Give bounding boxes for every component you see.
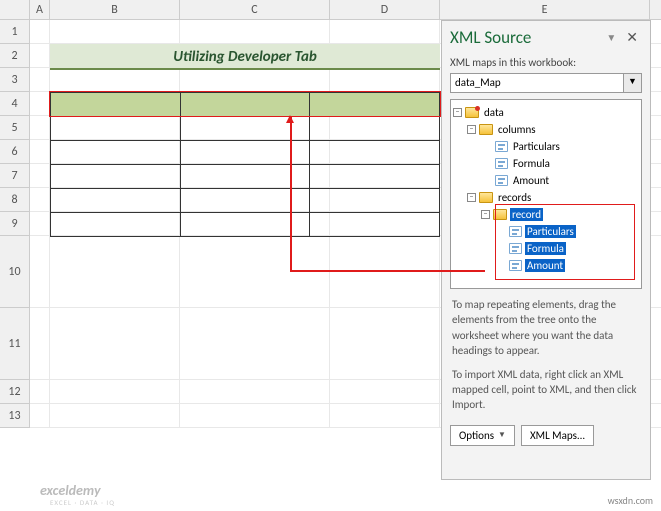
col-header-c[interactable]: C xyxy=(180,0,330,19)
select-all-corner[interactable] xyxy=(0,0,30,19)
tree-node-records[interactable]: − records xyxy=(453,189,639,206)
row-headers: 1 2 3 4 5 6 7 8 9 10 11 12 13 xyxy=(0,20,30,428)
collapse-icon[interactable]: − xyxy=(467,193,476,202)
column-headers: A B C D E xyxy=(0,0,661,20)
xml-maps-label: XML Maps... xyxy=(530,429,585,442)
element-icon xyxy=(509,243,522,254)
maps-label: XML maps in this workbook: xyxy=(442,54,650,71)
options-label: Options xyxy=(459,429,494,442)
tree-leaf-rec-formula[interactable]: Formula xyxy=(453,240,639,257)
table-row xyxy=(51,165,440,189)
page-title-banner: Utilizing Developer Tab xyxy=(50,44,440,70)
tree-leaf-rec-amount[interactable]: Amount xyxy=(453,257,639,274)
watermark-sub: EXCEL · DATA · IQ xyxy=(50,498,115,507)
tree-leaf-rec-particulars[interactable]: Particulars xyxy=(453,223,639,240)
options-button[interactable]: Options ▼ xyxy=(450,425,515,446)
watermark-brand: exceldemy xyxy=(40,482,101,499)
col-header-d[interactable]: D xyxy=(330,0,440,19)
table-row xyxy=(51,141,440,165)
credit-text: wsxdn.com xyxy=(608,494,653,507)
row-header-9[interactable]: 9 xyxy=(0,212,30,236)
row-header-13[interactable]: 13 xyxy=(0,404,30,428)
tree-leaf-particulars[interactable]: Particulars xyxy=(453,138,639,155)
tree-node-columns[interactable]: − columns xyxy=(453,121,639,138)
element-icon xyxy=(495,158,508,169)
help-text-1: To map repeating elements, drag the elem… xyxy=(442,289,650,367)
table-row xyxy=(51,117,440,141)
collapse-icon[interactable]: − xyxy=(467,125,476,134)
row-header-1[interactable]: 1 xyxy=(0,20,30,44)
col-header-b[interactable]: B xyxy=(50,0,180,19)
mapped-table[interactable] xyxy=(50,92,440,237)
folder-icon xyxy=(479,124,493,135)
row-header-7[interactable]: 7 xyxy=(0,164,30,188)
element-icon xyxy=(509,260,522,271)
folder-icon xyxy=(479,192,493,203)
map-select-value: data_Map xyxy=(451,74,623,92)
panel-title: XML Source xyxy=(450,27,600,48)
table-row xyxy=(51,189,440,213)
element-icon xyxy=(495,175,508,186)
collapse-icon[interactable]: − xyxy=(481,210,490,219)
folder-icon xyxy=(493,209,507,220)
col-header-e[interactable]: E xyxy=(440,0,650,19)
col-header-a[interactable]: A xyxy=(30,0,50,19)
tree-node-data[interactable]: − data xyxy=(453,104,639,121)
row-header-10[interactable]: 10 xyxy=(0,236,30,308)
row-header-3[interactable]: 3 xyxy=(0,68,30,92)
collapse-icon[interactable]: − xyxy=(453,108,462,117)
row-header-12[interactable]: 12 xyxy=(0,380,30,404)
xml-tree[interactable]: − data − columns Particulars Formula Amo… xyxy=(450,99,642,289)
xml-source-panel: XML Source ▼ ✕ XML maps in this workbook… xyxy=(441,20,651,480)
help-text-2: To import XML data, right click an XML m… xyxy=(442,367,650,421)
panel-menu-caret-icon[interactable]: ▼ xyxy=(606,31,616,44)
row-header-4[interactable]: 4 xyxy=(0,92,30,116)
element-icon xyxy=(495,141,508,152)
row-header-8[interactable]: 8 xyxy=(0,188,30,212)
tree-leaf-formula[interactable]: Formula xyxy=(453,155,639,172)
table-row xyxy=(51,213,440,237)
tree-leaf-amount[interactable]: Amount xyxy=(453,172,639,189)
tree-node-record[interactable]: − record xyxy=(453,206,639,223)
map-select[interactable]: data_Map ▼ xyxy=(450,73,642,93)
row-header-5[interactable]: 5 xyxy=(0,116,30,140)
chevron-down-icon: ▼ xyxy=(498,430,506,440)
chevron-down-icon[interactable]: ▼ xyxy=(623,74,641,92)
folder-icon xyxy=(465,107,479,118)
element-icon xyxy=(509,226,522,237)
row-header-6[interactable]: 6 xyxy=(0,140,30,164)
table-header-row xyxy=(51,93,440,117)
row-header-11[interactable]: 11 xyxy=(0,308,30,380)
row-header-2[interactable]: 2 xyxy=(0,44,30,68)
xml-maps-button[interactable]: XML Maps... xyxy=(521,425,594,446)
close-icon[interactable]: ✕ xyxy=(622,29,642,46)
